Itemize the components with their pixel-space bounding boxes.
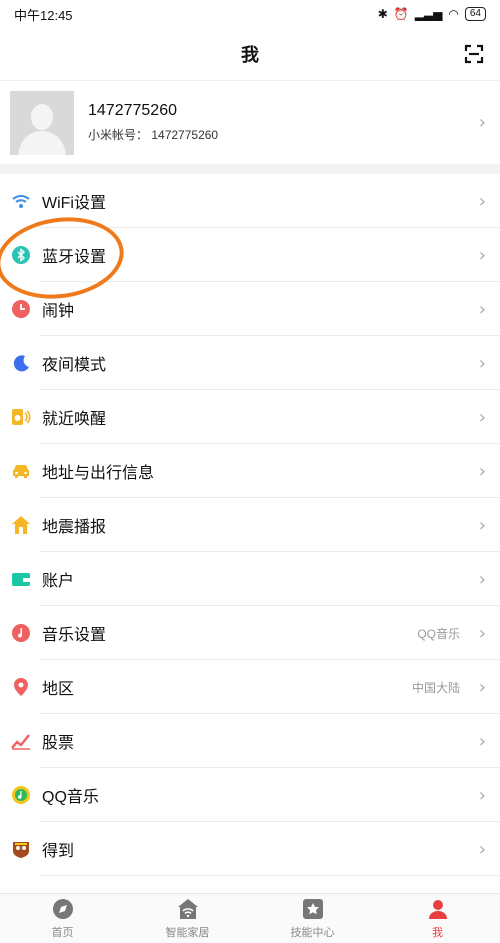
menu-item-address-travel[interactable]: 地址与出行信息 › bbox=[0, 444, 500, 498]
wifi-status-icon: ◠ bbox=[448, 7, 459, 21]
menu-label: 得到 bbox=[42, 843, 75, 860]
settings-list: WiFi设置 › 蓝牙设置 › 闹钟 › 夜间模式 › 就近唤醒 › 地址与出行… bbox=[0, 174, 500, 876]
section-divider bbox=[0, 164, 500, 174]
tab-label: 我 bbox=[432, 926, 443, 939]
menu-label: QQ音乐 bbox=[42, 789, 99, 806]
menu-label: 账户 bbox=[42, 573, 75, 590]
menu-label: 地震播报 bbox=[42, 519, 107, 536]
chevron-right-icon: › bbox=[478, 730, 486, 752]
status-bar: 中午12:45 ✱ ⏰ ▂▃▅ ◠ 64 bbox=[0, 0, 500, 28]
avatar bbox=[10, 90, 74, 155]
menu-item-bluetooth[interactable]: 蓝牙设置 › bbox=[0, 228, 500, 282]
menu-label: 股票 bbox=[42, 735, 75, 752]
status-time: 中午12:45 bbox=[14, 7, 73, 23]
chevron-right-icon: › bbox=[478, 514, 486, 536]
tab-label: 首页 bbox=[51, 926, 74, 939]
menu-item-earthquake[interactable]: 地震播报 › bbox=[0, 498, 500, 552]
house-icon bbox=[10, 514, 32, 536]
menu-item-qq-music[interactable]: QQ音乐 › bbox=[0, 768, 500, 822]
menu-label: 地区 bbox=[42, 681, 75, 698]
menu-label: 音乐设置 bbox=[42, 627, 107, 644]
account-value: 1472775260 bbox=[151, 128, 219, 142]
chevron-right-icon: › bbox=[478, 568, 486, 590]
tab-smart-home[interactable]: 智能家居 bbox=[125, 894, 250, 943]
user-icon bbox=[428, 899, 447, 919]
alarm-icon bbox=[10, 298, 32, 320]
menu-item-dedao[interactable]: 得到 › bbox=[0, 822, 500, 876]
wifi-icon bbox=[10, 190, 32, 212]
menu-label: 就近唤醒 bbox=[42, 411, 107, 428]
status-icons: ✱ ⏰ ▂▃▅ ◠ 64 bbox=[378, 7, 486, 21]
car-icon bbox=[10, 460, 32, 482]
signal-icon: ▂▃▅ bbox=[414, 7, 443, 21]
chevron-right-icon: › bbox=[478, 298, 486, 320]
bluetooth-icon bbox=[10, 244, 32, 266]
menu-item-music-settings[interactable]: 音乐设置 QQ音乐 › bbox=[0, 606, 500, 660]
page-header: 我 bbox=[0, 28, 500, 80]
menu-label: 夜间模式 bbox=[42, 357, 107, 374]
menu-item-alarm[interactable]: 闹钟 › bbox=[0, 282, 500, 336]
speaker-icon bbox=[10, 406, 32, 428]
location-pin-icon bbox=[10, 676, 32, 698]
chevron-right-icon: › bbox=[478, 838, 486, 860]
tab-skills[interactable]: 技能中心 bbox=[250, 894, 375, 943]
bluetooth-status-icon: ✱ bbox=[377, 7, 388, 21]
chevron-right-icon: › bbox=[478, 460, 486, 482]
menu-item-wifi[interactable]: WiFi设置 › bbox=[0, 174, 500, 228]
tab-home[interactable]: 首页 bbox=[0, 894, 125, 943]
smart-home-icon bbox=[177, 898, 198, 919]
moon-icon bbox=[10, 352, 32, 374]
tab-me[interactable]: 我 bbox=[375, 894, 500, 943]
menu-label: 地址与出行信息 bbox=[42, 465, 155, 482]
menu-label: WiFi设置 bbox=[42, 195, 106, 212]
bottom-tab-bar: 首页 智能家居 技能中心 我 bbox=[0, 893, 500, 943]
chevron-right-icon: › bbox=[478, 244, 486, 266]
tab-label: 智能家居 bbox=[165, 926, 210, 939]
account-label: 小米帐号： bbox=[88, 128, 149, 142]
chevron-right-icon: › bbox=[478, 112, 486, 133]
dedao-icon bbox=[10, 838, 32, 860]
menu-item-nearby-wake[interactable]: 就近唤醒 › bbox=[0, 390, 500, 444]
music-icon bbox=[10, 622, 32, 644]
menu-item-account[interactable]: 账户 › bbox=[0, 552, 500, 606]
qq-music-icon bbox=[10, 784, 32, 806]
profile-card[interactable]: 1472775260 小米帐号： 1472775260 › bbox=[0, 80, 500, 164]
chevron-right-icon: › bbox=[478, 676, 486, 698]
star-icon bbox=[302, 898, 323, 919]
wallet-icon bbox=[10, 568, 32, 590]
alarm-status-icon: ⏰ bbox=[393, 7, 409, 21]
chevron-right-icon: › bbox=[478, 406, 486, 428]
menu-label: 蓝牙设置 bbox=[42, 249, 107, 266]
menu-item-night-mode[interactable]: 夜间模式 › bbox=[0, 336, 500, 390]
menu-item-stocks[interactable]: 股票 › bbox=[0, 714, 500, 768]
chevron-right-icon: › bbox=[478, 622, 486, 644]
menu-label: 闹钟 bbox=[42, 303, 75, 320]
chevron-right-icon: › bbox=[478, 352, 486, 374]
tab-label: 技能中心 bbox=[290, 926, 335, 939]
chevron-right-icon: › bbox=[478, 190, 486, 212]
page-title: 我 bbox=[241, 45, 259, 65]
compass-icon bbox=[52, 898, 73, 919]
stock-chart-icon bbox=[10, 730, 32, 752]
menu-value: 中国大陆 bbox=[411, 680, 460, 695]
chevron-right-icon: › bbox=[478, 784, 486, 806]
battery-icon: 64 bbox=[464, 7, 486, 21]
profile-account: 小米帐号： 1472775260 bbox=[88, 126, 218, 143]
menu-value: QQ音乐 bbox=[417, 626, 460, 641]
scan-icon[interactable] bbox=[464, 44, 484, 64]
avatar-silhouette-icon bbox=[10, 90, 74, 155]
menu-item-region[interactable]: 地区 中国大陆 › bbox=[0, 660, 500, 714]
profile-name: 1472775260 bbox=[88, 102, 177, 119]
